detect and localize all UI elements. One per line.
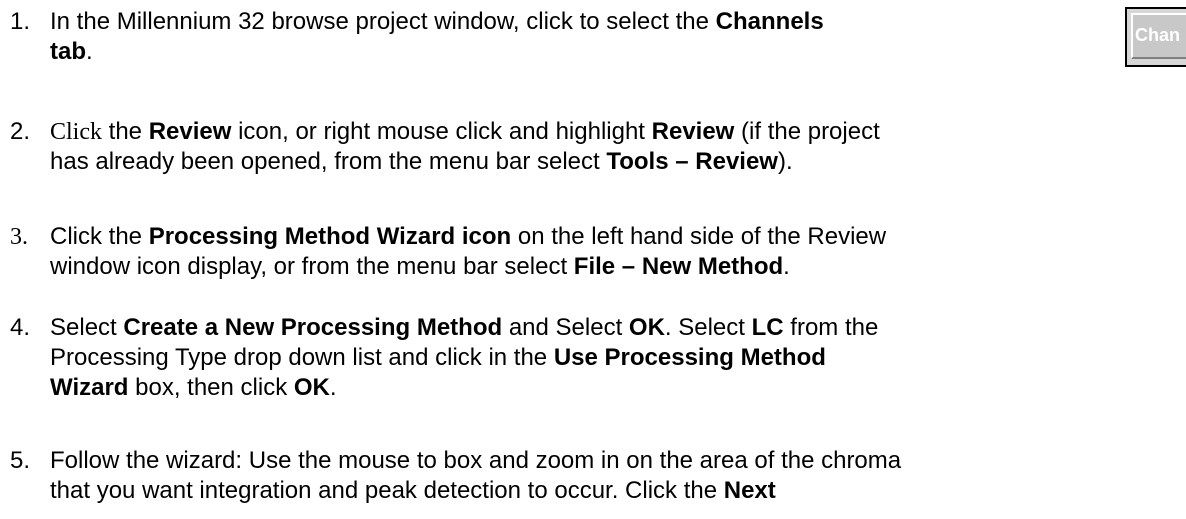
text-run-bold: OK xyxy=(293,374,330,401)
text-run: window icon display, or from the menu ba… xyxy=(50,253,574,280)
text-run: . Select xyxy=(664,314,752,341)
step-text: Click the Review icon, or right mouse cl… xyxy=(50,117,880,177)
step-line: Processing Type drop down list and click… xyxy=(50,343,878,373)
text-run: Select xyxy=(50,314,124,341)
text-run: on the left hand side of the Review xyxy=(511,223,887,250)
text-run-bold: Review xyxy=(148,118,232,145)
step-number: 3. xyxy=(10,224,28,250)
step-number: 4. xyxy=(10,314,31,341)
step-text: Select Create a New Processing Method an… xyxy=(50,313,878,403)
text-run-bold: Next xyxy=(723,477,776,504)
step-line: window icon display, or from the menu ba… xyxy=(50,252,886,282)
text-run: that you want integration and peak detec… xyxy=(50,477,724,504)
text-run: and Select xyxy=(502,314,629,341)
text-run-bold: OK xyxy=(628,314,665,341)
step-number: 1. xyxy=(10,8,31,35)
text-run-bold: Channels xyxy=(715,8,824,35)
text-run: has already been opened, from the menu b… xyxy=(50,148,607,175)
tab-label: Chan xyxy=(1135,25,1180,45)
text-run: . xyxy=(329,374,337,401)
step-number: 5. xyxy=(10,447,31,474)
text-run: . xyxy=(783,253,790,280)
step-line: that you want integration and peak detec… xyxy=(50,476,901,506)
step-line: has already been opened, from the menu b… xyxy=(50,147,880,177)
step-line: Click the Processing Method Wizard icon … xyxy=(50,222,886,252)
step-line: Select Create a New Processing Method an… xyxy=(50,313,878,343)
text-run: In the Millennium 32 browse project wind… xyxy=(50,8,716,35)
text-run-bold: File – New Method xyxy=(573,253,784,280)
text-run: Follow the wizard: Use the mouse to box … xyxy=(50,447,902,474)
text-run: Click the xyxy=(50,223,149,250)
step-text: In the Millennium 32 browse project wind… xyxy=(50,7,824,67)
text-run-bold: tab xyxy=(50,38,86,65)
text-run: Processing Type drop down list and click… xyxy=(50,344,554,371)
step-line: Follow the wizard: Use the mouse to box … xyxy=(50,446,901,476)
step-line: In the Millennium 32 browse project wind… xyxy=(50,7,824,37)
text-run-bold: Review xyxy=(651,118,735,145)
text-run-bold: Processing Method Wizard icon xyxy=(148,223,512,250)
text-run-bold: LC xyxy=(751,314,784,341)
text-run-bold: Use Processing Method xyxy=(553,344,826,371)
text-run-bold: Wizard xyxy=(50,374,129,401)
instructions-document: 1. In the Millennium 32 browse project w… xyxy=(0,0,1186,519)
step-number: 2. xyxy=(10,118,31,145)
step-line: Wizard box, then click OK. xyxy=(50,373,878,403)
text-run: the xyxy=(102,118,149,145)
text-run-serif: Click xyxy=(50,119,102,145)
text-run: ). xyxy=(777,148,793,175)
text-run: from the xyxy=(783,314,879,341)
step-text: Follow the wizard: Use the mouse to box … xyxy=(50,446,901,506)
channels-tab-button[interactable]: Chan xyxy=(1125,7,1186,67)
step-line: Click the Review icon, or right mouse cl… xyxy=(50,117,880,147)
text-run-bold: Tools – Review xyxy=(606,148,778,175)
step-line: tab. xyxy=(50,37,824,67)
text-run-bold: Create a New Processing Method xyxy=(123,314,503,341)
text-run: icon, or right mouse click and highlight xyxy=(231,118,652,145)
text-run: (if the project xyxy=(734,118,880,145)
step-text: Click the Processing Method Wizard icon … xyxy=(50,222,886,282)
text-run: box, then click xyxy=(128,374,294,401)
text-run: . xyxy=(86,38,93,65)
